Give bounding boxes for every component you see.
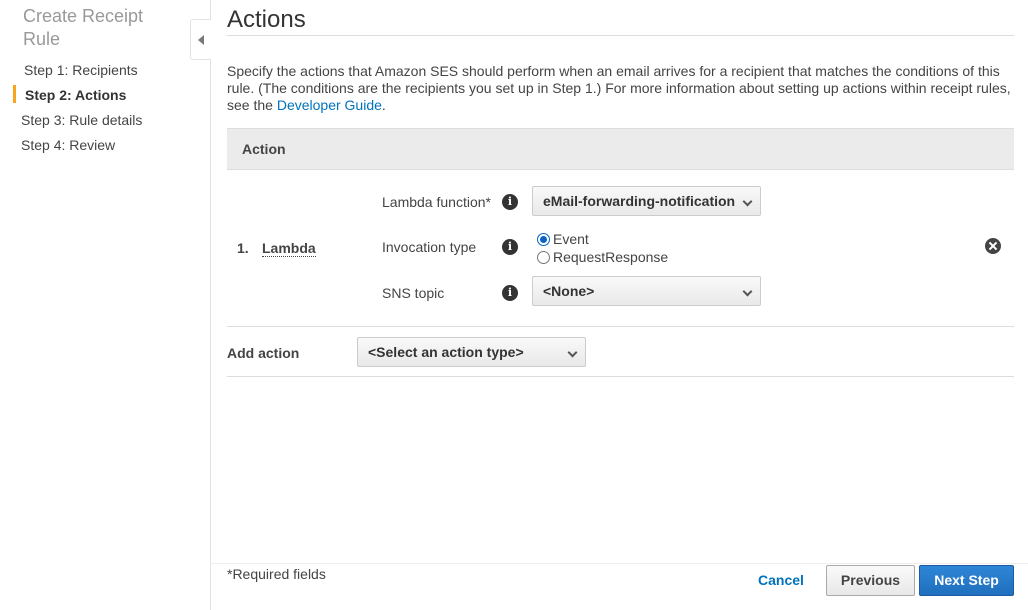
- collapse-sidebar-chevron-left-icon[interactable]: [190, 19, 211, 60]
- page-description: Specify the actions that Amazon SES shou…: [227, 63, 1014, 114]
- next-step-button[interactable]: Next Step: [919, 565, 1014, 596]
- lambda-function-select[interactable]: eMail-forwarding-notification: [532, 186, 761, 216]
- divider: [227, 35, 1014, 36]
- action-name-lambda[interactable]: Lambda: [262, 240, 316, 257]
- sns-topic-value: <None>: [543, 283, 595, 299]
- invocation-event-label[interactable]: Event: [553, 231, 589, 247]
- sns-topic-label: SNS topic: [382, 285, 445, 301]
- description-period: .: [381, 97, 386, 113]
- lambda-function-label: Lambda function*: [382, 194, 491, 210]
- add-action-select[interactable]: <Select an action type>: [357, 337, 586, 367]
- wizard-sidebar: Create Receipt Rule Step 1: Recipients S…: [0, 0, 211, 610]
- step-recipients[interactable]: Step 1: Recipients: [0, 60, 210, 85]
- previous-button[interactable]: Previous: [826, 565, 915, 596]
- lambda-info-icon[interactable]: i: [502, 194, 518, 210]
- step-review[interactable]: Step 4: Review: [0, 135, 210, 160]
- add-action-placeholder: <Select an action type>: [368, 344, 524, 360]
- step-actions[interactable]: Step 2: Actions: [0, 85, 210, 110]
- developer-guide-link[interactable]: Developer Guide: [277, 97, 382, 113]
- sns-topic-select[interactable]: <None>: [532, 276, 761, 306]
- action-table-header: Action: [227, 128, 1014, 170]
- sns-info-icon[interactable]: i: [502, 285, 518, 301]
- step-rule-details[interactable]: Step 3: Rule details: [0, 110, 210, 135]
- wizard-steps: Step 1: Recipients Step 2: Actions Step …: [0, 60, 210, 160]
- invocation-info-icon[interactable]: i: [502, 239, 518, 255]
- invocation-event-radio[interactable]: [537, 233, 550, 246]
- cancel-button[interactable]: Cancel: [758, 572, 804, 588]
- chevron-down-icon: [742, 196, 753, 207]
- sidebar-title: Create Receipt Rule: [23, 6, 144, 49]
- divider: [227, 326, 1014, 327]
- page-title: Actions: [227, 6, 306, 33]
- action-number: 1.: [237, 240, 249, 256]
- divider: [227, 376, 1014, 377]
- lambda-function-value: eMail-forwarding-notification: [543, 193, 736, 209]
- required-fields-note: *Required fields: [227, 566, 326, 582]
- invocation-requestresponse-radio[interactable]: [537, 251, 550, 264]
- invocation-type-label: Invocation type: [382, 239, 477, 255]
- invocation-requestresponse-label[interactable]: RequestResponse: [553, 249, 668, 265]
- chevron-down-icon: [567, 347, 578, 358]
- remove-action-close-icon[interactable]: [985, 238, 1001, 254]
- chevron-down-icon: [742, 286, 753, 297]
- add-action-label: Add action: [227, 345, 300, 361]
- footer-divider: [211, 563, 1028, 564]
- action-column-header: Action: [242, 141, 286, 157]
